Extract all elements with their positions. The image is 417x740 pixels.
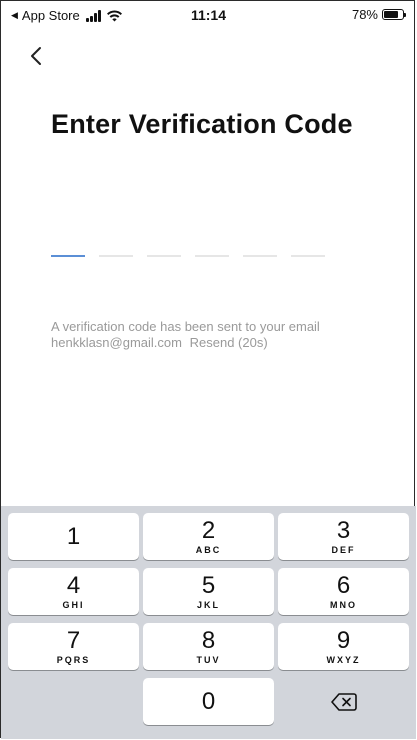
resend-button[interactable]: Resend (20s) [190, 335, 268, 350]
page-title: Enter Verification Code [51, 109, 353, 139]
code-digit-2[interactable] [99, 253, 133, 257]
backspace-key[interactable] [278, 678, 409, 725]
key-2[interactable]: 2 ABC [143, 513, 274, 560]
code-digit-4[interactable] [195, 253, 229, 257]
key-4[interactable]: 4 GHI [8, 568, 139, 615]
key-1[interactable]: 1 [8, 513, 139, 560]
email-address: henkklasn@gmail.com [51, 335, 182, 350]
code-digit-5[interactable] [243, 253, 277, 257]
chevron-left-icon [31, 47, 41, 65]
battery-status: 78% [351, 7, 406, 22]
backspace-icon [330, 692, 357, 711]
battery-icon [382, 9, 406, 20]
key-9[interactable]: 9 WXYZ [278, 623, 409, 670]
numeric-keypad: 1 2 ABC 3 DEF 4 GHI 5 JKL 6 MNO 7 PQRS 8… [1, 506, 416, 739]
key-3[interactable]: 3 DEF [278, 513, 409, 560]
code-digit-1[interactable] [51, 253, 85, 257]
battery-percent: 78% [351, 7, 378, 22]
verification-info: A verification code has been sent to you… [51, 319, 391, 351]
key-5[interactable]: 5 JKL [143, 568, 274, 615]
back-button[interactable] [23, 41, 49, 71]
key-6[interactable]: 6 MNO [278, 568, 409, 615]
verification-code-input[interactable] [51, 253, 325, 257]
phone-screen: ◀ App Store 11:14 78% Enter Verification… [0, 0, 416, 739]
key-8[interactable]: 8 TUV [143, 623, 274, 670]
status-bar: ◀ App Store 11:14 78% [1, 1, 416, 31]
info-message: A verification code has been sent to you… [51, 319, 320, 334]
code-digit-3[interactable] [147, 253, 181, 257]
key-7[interactable]: 7 PQRS [8, 623, 139, 670]
code-digit-6[interactable] [291, 253, 325, 257]
key-0[interactable]: 0 [143, 678, 274, 725]
